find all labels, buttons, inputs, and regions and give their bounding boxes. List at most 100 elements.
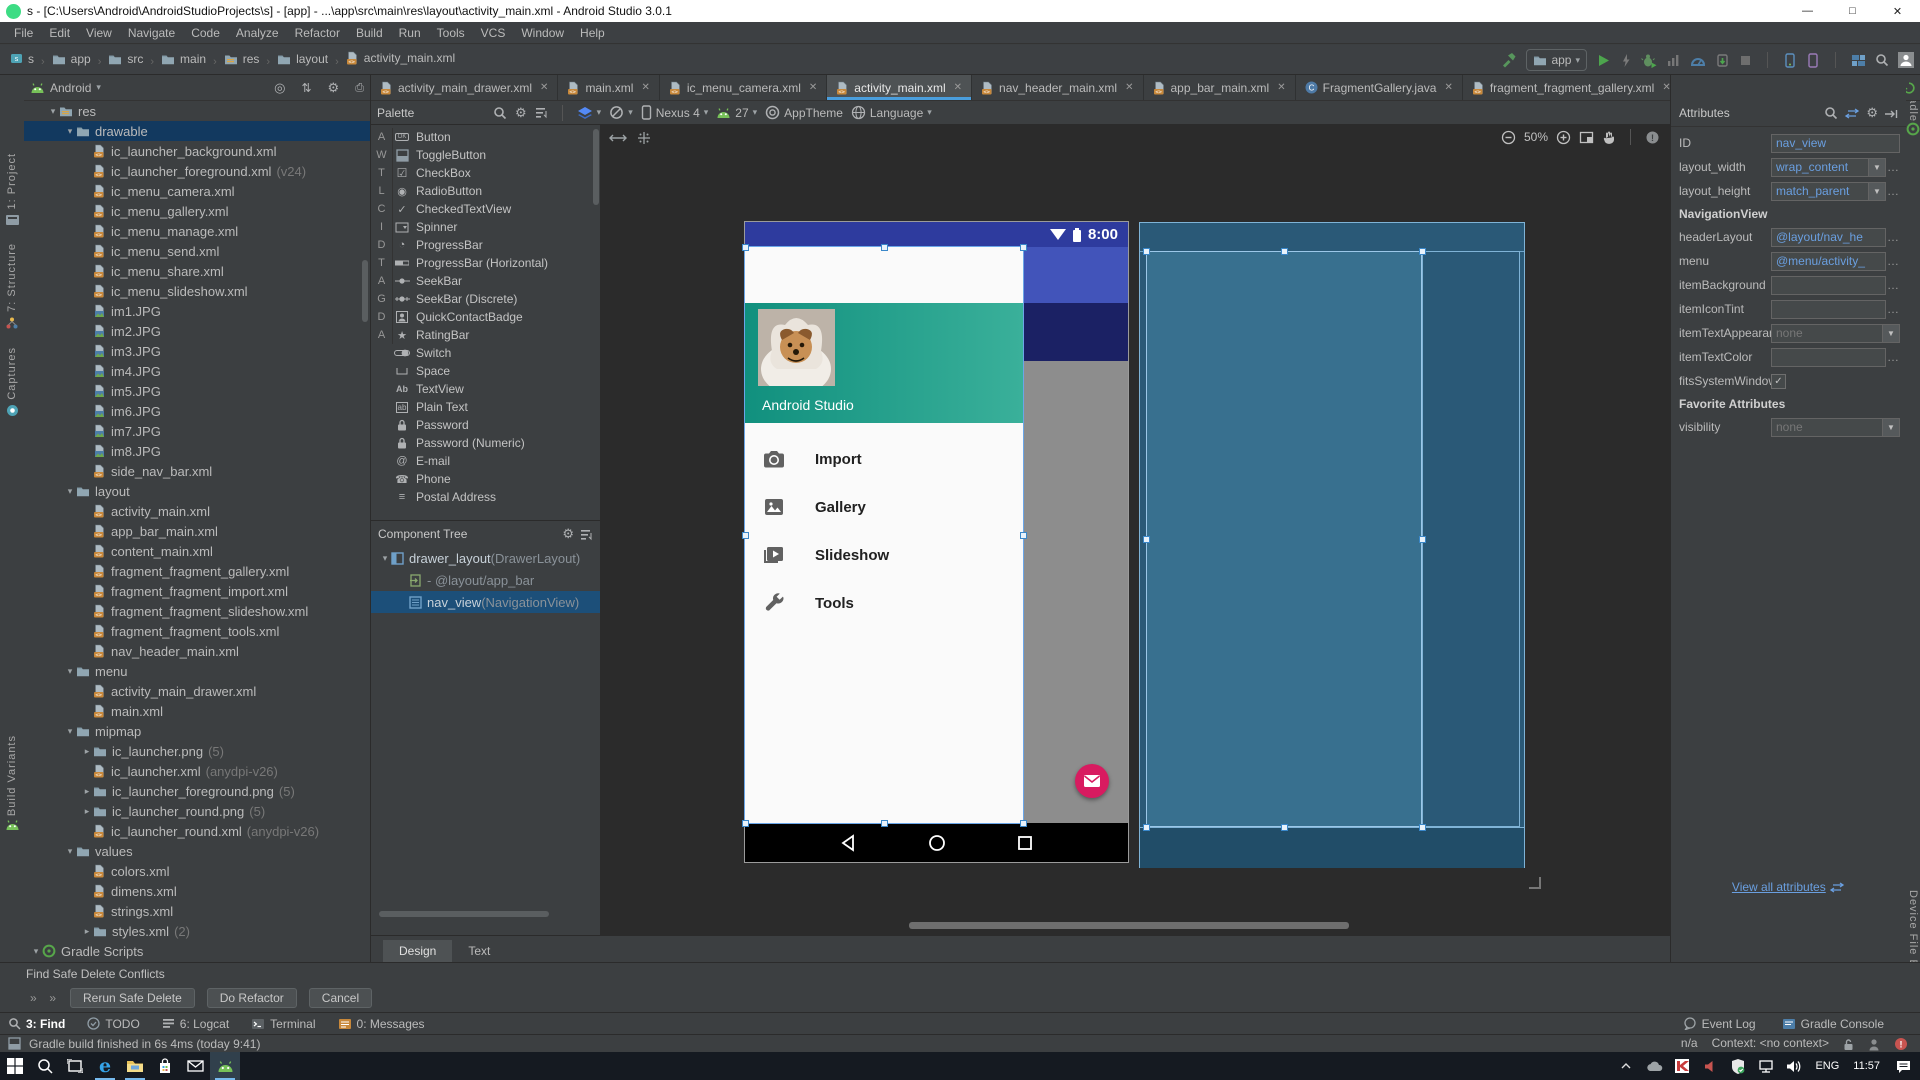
tree-item-im3-jpg[interactable]: im3.JPG (24, 341, 370, 361)
language-selector[interactable]: Language▾ (851, 105, 932, 120)
palette-item-e-mail[interactable]: @E-mail (394, 452, 590, 470)
palette-item-togglebutton[interactable]: ToggleButton (394, 146, 590, 164)
tree-expand-arrow[interactable]: ▾ (64, 126, 76, 137)
maximize-button[interactable]: □ (1830, 0, 1875, 22)
menu-edit[interactable]: Edit (41, 26, 78, 40)
breadcrumb-app[interactable]: app (52, 52, 91, 66)
avatar-button[interactable] (1898, 52, 1914, 68)
component-nav-view[interactable]: nav_view (NavigationView) (371, 591, 600, 613)
toolwindow-event-log[interactable]: Event Log (1683, 1017, 1756, 1031)
tray-cloud[interactable] (1643, 1052, 1665, 1080)
taskbar-store[interactable] (150, 1052, 180, 1080)
tree-item-ic-menu-manage-xml[interactable]: <>ic_menu_manage.xml (24, 221, 370, 241)
breadcrumb-activity-main-xml[interactable]: <>activity_main.xml (346, 51, 455, 65)
itemtextappearance-value[interactable]: none (1771, 324, 1883, 343)
device-selector[interactable]: Nexus 4▾ (641, 105, 709, 120)
tool-stripe-1-project[interactable]: 1: Project (0, 153, 24, 226)
taskbar-edge[interactable]: e (90, 1052, 120, 1080)
drawer-item-slideshow[interactable]: Slideshow (745, 531, 1023, 579)
selection-handle[interactable] (1419, 824, 1426, 831)
toolwindow-todo[interactable]: TODO (87, 1017, 139, 1031)
palette-category-a[interactable]: A (371, 326, 393, 344)
palette-item-plain-text[interactable]: abPlain Text (394, 398, 590, 416)
palette-sort-button[interactable] (535, 107, 548, 119)
palette-settings-button[interactable]: ⚙ (515, 105, 527, 121)
project-view-selector[interactable]: Android (50, 81, 91, 95)
issues-button[interactable]: ! (1645, 129, 1660, 144)
component-tree-sort-button[interactable] (580, 527, 593, 541)
avd-device-button[interactable] (1783, 52, 1797, 67)
settings-button[interactable]: ⚙ (328, 80, 340, 96)
view-all-attributes-link[interactable]: View all attributes (1671, 880, 1906, 894)
menu-code[interactable]: Code (183, 26, 228, 40)
canvas-resize-handle[interactable] (1529, 877, 1541, 889)
menu-vcs[interactable]: VCS (473, 26, 514, 40)
selection-handle[interactable] (1143, 536, 1150, 543)
tree-expand-arrow[interactable]: ▾ (379, 553, 391, 564)
component-tree-settings-button[interactable]: ⚙ (562, 526, 574, 542)
palette-category-t[interactable]: T (371, 254, 393, 272)
tree-item-ic-menu-camera-xml[interactable]: <>ic_menu_camera.xml (24, 181, 370, 201)
palette-item-space[interactable]: Space (394, 362, 590, 380)
headerlayout-input[interactable]: @layout/nav_he (1771, 228, 1886, 247)
tray-speaker-red[interactable] (1699, 1052, 1721, 1080)
tree-expand-arrow[interactable]: ▾ (64, 726, 76, 737)
palette-item-ratingbar[interactable]: ★RatingBar (394, 326, 590, 344)
editor-tab-ic-menu-camera-xml[interactable]: <>ic_menu_camera.xml✕ (660, 75, 827, 100)
tree-item-im5-jpg[interactable]: im5.JPG (24, 381, 370, 401)
toolwindow-terminal[interactable]: Terminal (251, 1017, 315, 1031)
theme-selector[interactable]: AppTheme (765, 105, 843, 120)
attr-more-button[interactable]: … (1886, 230, 1900, 244)
attach-button[interactable] (1715, 52, 1730, 67)
mode-tab-design[interactable]: Design (383, 940, 452, 962)
tree-item-im6-jpg[interactable]: im6.JPG (24, 401, 370, 421)
menu-window[interactable]: Window (513, 26, 572, 40)
palette-category-l[interactable]: L (371, 182, 393, 200)
editor-tab-nav-header-main-xml[interactable]: <>nav_header_main.xml✕ (972, 75, 1143, 100)
close-tab-icon[interactable]: ✕ (954, 82, 962, 93)
attributes-goto-button[interactable] (1884, 106, 1898, 120)
tree-item-dimens-xml[interactable]: <>dimens.xml (24, 881, 370, 901)
palette-category-d[interactable]: D (371, 236, 393, 254)
drawer-item-import[interactable]: Import (745, 435, 1023, 483)
avd-device2-button[interactable] (1806, 52, 1820, 67)
dropdown-arrow-icon[interactable]: ▼ (1883, 324, 1900, 343)
tree-item-ic-launcher-xml[interactable]: <>ic_launcher.xml(anydpi-v26) (24, 761, 370, 781)
taskbar-language[interactable]: ENG (1811, 1060, 1843, 1072)
palette-item-spinner[interactable]: Spinner (394, 218, 590, 236)
menu-navigate[interactable]: Navigate (120, 26, 183, 40)
taskbar-tb-search[interactable] (30, 1052, 60, 1080)
palette-item-seekbar-discrete[interactable]: SeekBar (Discrete) (394, 290, 590, 308)
tree-item-ic-launcher-png[interactable]: ▸ic_launcher.png(5) (24, 741, 370, 761)
debug-button[interactable] (1641, 52, 1657, 67)
attributes-swap-button[interactable] (1844, 106, 1860, 120)
close-tab-icon[interactable]: ✕ (641, 82, 649, 93)
palette-item-quickcontactbadge[interactable]: QuickContactBadge (394, 308, 590, 326)
selection-handle[interactable] (1419, 248, 1426, 255)
tree-item-content-main-xml[interactable]: <>content_main.xml (24, 541, 370, 561)
close-button[interactable]: ✕ (1875, 0, 1920, 22)
design-surface[interactable]: 50%! 8:00 Изображения с цитатами Android… (601, 125, 1670, 935)
zoom-fit-button[interactable] (1579, 130, 1594, 144)
palette-category-d[interactable]: D (371, 308, 393, 326)
layout-height-value[interactable]: match_parent (1771, 182, 1869, 201)
pan-button[interactable] (1602, 129, 1616, 144)
profile-play-button[interactable] (1666, 52, 1681, 67)
itembackground-input[interactable] (1771, 276, 1886, 295)
tree-item-ic-launcher-background-xml[interactable]: <>ic_launcher_background.xml (24, 141, 370, 161)
selection-handle[interactable] (1143, 824, 1150, 831)
breadcrumb-res[interactable]: res (224, 52, 260, 66)
blueprint-navview-rect[interactable] (1146, 251, 1422, 827)
menu-build[interactable]: Build (348, 26, 391, 40)
itemicontint-input[interactable] (1771, 300, 1886, 319)
tree-item-ic-launcher-foreground-png[interactable]: ▸ic_launcher_foreground.png(5) (24, 781, 370, 801)
attr-more-button[interactable]: … (1886, 302, 1900, 316)
breadcrumb-layout[interactable]: layout (277, 52, 328, 66)
selection-handle[interactable] (742, 820, 749, 827)
tool-stripe-build-variants[interactable]: Build Variants (0, 735, 24, 830)
layout-width-value[interactable]: wrap_content (1771, 158, 1869, 177)
dropdown-arrow-icon[interactable]: ▼ (1869, 182, 1886, 201)
zoom-out-button[interactable] (1501, 129, 1516, 144)
component-drawer-layout[interactable]: ▾drawer_layout (DrawerLayout) (371, 547, 600, 569)
palette-scrollbar[interactable] (593, 129, 599, 205)
